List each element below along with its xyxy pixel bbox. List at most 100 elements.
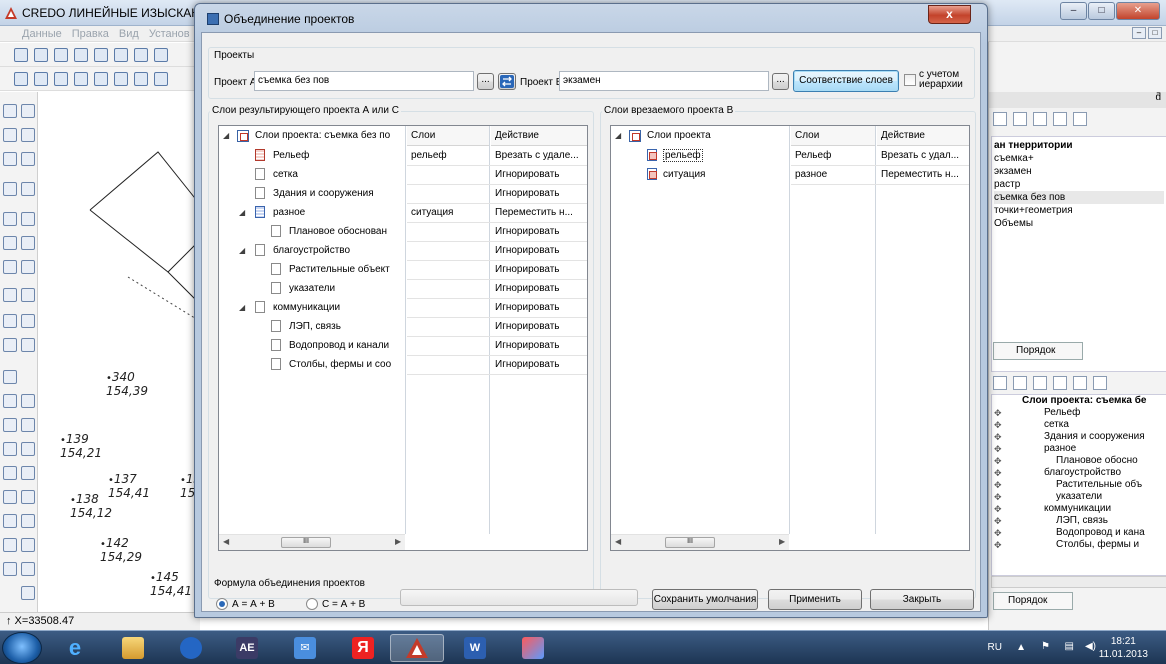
apply-button[interactable]: Применить bbox=[768, 589, 862, 610]
layer-copy-icon[interactable] bbox=[993, 376, 1007, 390]
save-icon[interactable] bbox=[54, 47, 68, 62]
yandex-taskbar-button[interactable]: Я bbox=[336, 634, 390, 662]
insert-tree-header[interactable]: ◢ Слои проекта bbox=[611, 126, 789, 146]
layer-action-cell[interactable]: Игнорировать bbox=[495, 184, 587, 203]
browse-a-button[interactable]: ... bbox=[477, 73, 494, 90]
frame-add-icon[interactable] bbox=[3, 394, 17, 408]
tree-item[interactable]: ✥ ЛЭП, связь bbox=[992, 515, 1166, 527]
project-item[interactable]: точки+геометрия bbox=[994, 204, 1164, 217]
layer-action-cell[interactable]: Переместить н... bbox=[881, 165, 969, 184]
layer-action-cell[interactable]: Игнорировать bbox=[495, 260, 587, 279]
layer-action-cell[interactable]: Игнорировать bbox=[495, 279, 587, 298]
tree-item[interactable]: ✥ Плановое обосно bbox=[992, 455, 1166, 467]
curve-draw-icon[interactable] bbox=[21, 418, 35, 432]
layer-action-cell[interactable]: Игнорировать bbox=[495, 165, 587, 184]
flag-icon[interactable]: ⚑ bbox=[1041, 641, 1050, 652]
project-item-selected[interactable]: съемка без пов bbox=[994, 191, 1164, 204]
arc-icon[interactable] bbox=[21, 466, 35, 480]
layer-action-cell[interactable]: Игнорировать bbox=[495, 222, 587, 241]
tray-expand-icon[interactable]: ▲ bbox=[1016, 642, 1026, 653]
layer-match-cell[interactable]: разное bbox=[795, 165, 873, 184]
polygon-tool-icon[interactable] bbox=[21, 104, 35, 118]
tree-scrollbar[interactable] bbox=[991, 576, 1166, 588]
point-tool-icon[interactable] bbox=[3, 104, 17, 118]
copy-object-icon[interactable] bbox=[3, 514, 17, 528]
app-close-button[interactable]: ✕ bbox=[1116, 2, 1160, 20]
layer-edit-icon[interactable] bbox=[1053, 376, 1067, 390]
drawing-canvas[interactable]: •340 154,39 •139 154,21 •137 154,41 •138 154… bbox=[38, 92, 198, 612]
polygon-node-icon[interactable] bbox=[21, 152, 35, 166]
shape-copy-icon[interactable] bbox=[21, 260, 35, 274]
mdi-restore-button[interactable]: □ bbox=[1148, 27, 1162, 39]
tree-item[interactable]: ✥ указатели bbox=[992, 491, 1166, 503]
zoom-in-icon[interactable] bbox=[134, 47, 148, 62]
minimize-button[interactable]: – bbox=[1060, 2, 1087, 20]
match-layers-button[interactable]: Соответствие слоев bbox=[793, 70, 899, 92]
project-item[interactable]: Объемы bbox=[994, 217, 1164, 230]
order-tab-bottom[interactable]: Порядок bbox=[993, 592, 1073, 610]
layer-name-cell[interactable]: благоустройство bbox=[273, 241, 403, 260]
line-draw-icon[interactable] bbox=[21, 394, 35, 408]
dialog-close-button[interactable]: x bbox=[928, 5, 971, 24]
maximize-button[interactable]: □ bbox=[1088, 2, 1115, 20]
shape-delete-icon[interactable] bbox=[21, 236, 35, 250]
menu-data[interactable]: Данные bbox=[22, 28, 62, 40]
layers-icon[interactable] bbox=[94, 71, 108, 86]
layer-props-icon[interactable] bbox=[1033, 376, 1047, 390]
hatch-icon[interactable] bbox=[21, 288, 35, 302]
project-item[interactable]: растр bbox=[994, 178, 1164, 191]
layer-match-cell[interactable]: рельеф bbox=[411, 146, 487, 165]
new-icon[interactable] bbox=[14, 47, 28, 62]
layer-match-cell[interactable] bbox=[411, 222, 487, 241]
project-a-field[interactable]: съемка без пов bbox=[254, 71, 474, 91]
layer-name-cell[interactable]: Рельеф bbox=[273, 146, 403, 165]
layer-action-cell[interactable]: Врезать с удале... bbox=[495, 146, 587, 165]
layer-match-cell[interactable] bbox=[411, 298, 487, 317]
layer-action-cell[interactable]: Переместить н... bbox=[495, 203, 587, 222]
menu-view[interactable]: Вид bbox=[119, 28, 139, 40]
col-action-header[interactable]: Действие bbox=[877, 126, 969, 146]
layer-visible-icon[interactable] bbox=[1073, 376, 1087, 390]
layer-name-cell[interactable]: Водопровод и канали bbox=[289, 336, 403, 355]
project-item[interactable]: экзамен bbox=[994, 165, 1164, 178]
layer-match-cell[interactable] bbox=[411, 184, 487, 203]
project-item[interactable]: съемка+ bbox=[994, 152, 1164, 165]
polyline-tool-icon[interactable] bbox=[34, 71, 48, 86]
layer-match-cell[interactable] bbox=[411, 336, 487, 355]
node-tool-icon[interactable] bbox=[54, 71, 68, 86]
tree-item[interactable]: ✥ Водопровод и кана bbox=[992, 527, 1166, 539]
zoom-window-icon[interactable] bbox=[114, 47, 128, 62]
label-icon[interactable] bbox=[3, 490, 17, 504]
section-icon[interactable] bbox=[21, 538, 35, 552]
layer-name-cell[interactable]: Столбы, фермы и соо bbox=[289, 355, 403, 374]
point-edit-icon[interactable] bbox=[3, 128, 17, 142]
col-layers-header[interactable]: Слои bbox=[791, 126, 875, 146]
merge-project-icon[interactable] bbox=[1053, 112, 1067, 126]
result-tree-header[interactable]: ◢ Слои проекта: съемка без по bbox=[219, 126, 405, 146]
menu-settings[interactable]: Установ bbox=[149, 28, 190, 40]
mdi-minimize-button[interactable]: – bbox=[1132, 27, 1146, 39]
dialog-title-bar[interactable]: Объединение проектов x bbox=[195, 4, 987, 32]
ie-taskbar-button[interactable]: e bbox=[48, 634, 102, 662]
copy-project-icon[interactable] bbox=[1033, 112, 1047, 126]
volume-icon[interactable]: ◀) bbox=[1085, 641, 1096, 652]
tree-item[interactable]: ✥ Рельеф bbox=[992, 407, 1166, 419]
delete-tool-icon[interactable] bbox=[21, 586, 35, 600]
swap-projects-button[interactable] bbox=[498, 73, 516, 90]
cross-icon[interactable] bbox=[21, 514, 35, 528]
line-tool-icon[interactable] bbox=[14, 71, 28, 86]
save-defaults-button[interactable]: Сохранить умолчания bbox=[652, 589, 758, 610]
layer-action-cell[interactable]: Игнорировать bbox=[495, 336, 587, 355]
layer-match-cell[interactable] bbox=[411, 355, 487, 374]
new-project-icon[interactable] bbox=[1013, 112, 1027, 126]
tower-icon[interactable] bbox=[3, 212, 17, 226]
layer-action-cell[interactable]: Игнорировать bbox=[495, 298, 587, 317]
layer-match-cell[interactable]: ситуация bbox=[411, 203, 487, 222]
layer-link-icon[interactable] bbox=[1093, 376, 1107, 390]
explorer-taskbar-button[interactable] bbox=[106, 634, 160, 662]
hatch-edit-icon[interactable] bbox=[21, 314, 35, 328]
mail-taskbar-button[interactable]: ✉ bbox=[278, 634, 332, 662]
pin-icon[interactable]: ƌ bbox=[1155, 92, 1161, 103]
layer-new-icon[interactable] bbox=[1013, 376, 1027, 390]
browse-b-button[interactable]: ... bbox=[772, 73, 789, 90]
